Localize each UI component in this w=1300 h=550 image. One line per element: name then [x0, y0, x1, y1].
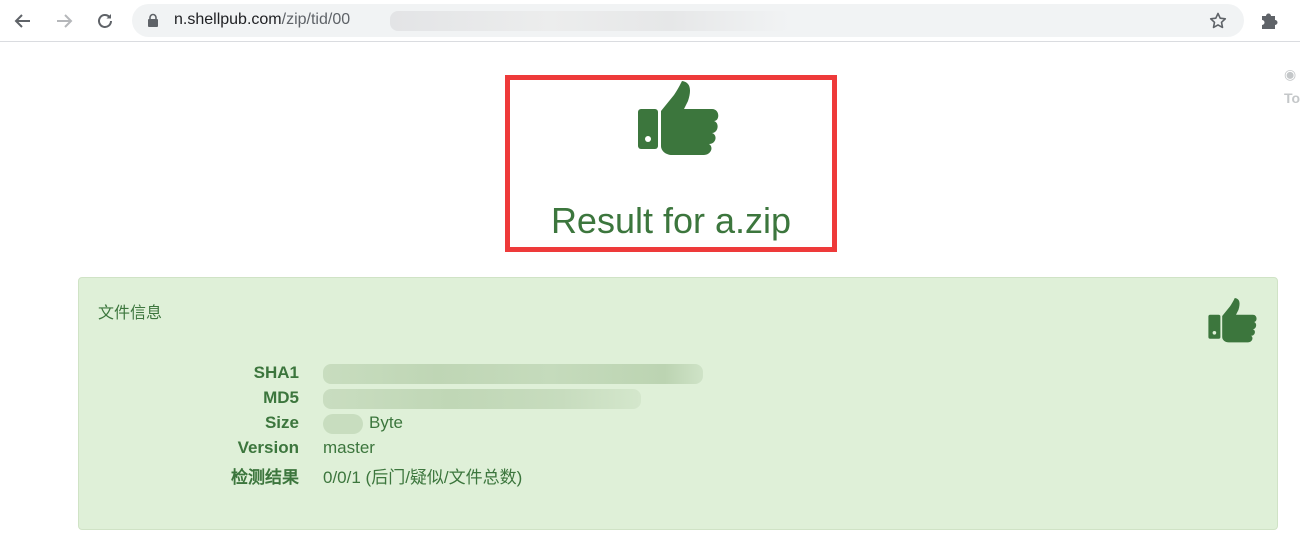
sha1-redacted [323, 363, 703, 384]
result-title: Result for a.zip [550, 200, 792, 241]
back-button[interactable] [9, 7, 37, 35]
size-label: Size [264, 413, 299, 432]
url-host: n.shellpub.com [174, 11, 282, 28]
reload-icon [98, 14, 112, 28]
thumbs-up-icon [638, 81, 719, 155]
star-icon[interactable] [1208, 11, 1228, 31]
md5-label: MD5 [263, 388, 299, 407]
info-row-size: Size Byte [79, 410, 879, 435]
reload-button[interactable] [91, 7, 119, 35]
browser-toolbar: n.shellpub.com/zip/tid/00 [0, 0, 1300, 42]
url-path: /zip/tid/00 [281, 11, 351, 28]
thumbs-up-icon [1208, 298, 1257, 343]
size-unit: Byte [369, 413, 404, 432]
version-value: master [323, 438, 375, 457]
address-bar[interactable]: n.shellpub.com/zip/tid/00 [132, 4, 1244, 37]
version-label: Version [237, 438, 299, 457]
arrow-left-icon [14, 14, 30, 28]
url-text: n.shellpub.com/zip/tid/00 [174, 11, 350, 29]
size-redacted [323, 413, 363, 434]
side-partial-label: ◉ To [1284, 62, 1300, 110]
info-row-result: 检测结果 0/0/1 (后门/疑似/文件总数) [79, 460, 879, 487]
url-redacted [390, 11, 790, 31]
sha1-value [323, 363, 703, 384]
detection-result-value: 0/0/1 (后门/疑似/文件总数) [323, 468, 523, 487]
detection-result-label: 检测结果 [231, 468, 299, 487]
info-row-md5: MD5 [79, 385, 879, 410]
side-partial-icon: ◉ [1284, 66, 1297, 82]
lock-icon [148, 13, 158, 27]
info-row-sha1: SHA1 [79, 360, 879, 385]
md5-value [323, 388, 641, 409]
arrow-right-icon [57, 14, 73, 28]
info-row-version: Version master [79, 435, 879, 460]
panel-title: 文件信息 [98, 305, 163, 322]
file-info-panel: 文件信息 SHA1 MD5 Size Byte Version master 检… [78, 277, 1278, 530]
forward-button[interactable] [50, 7, 78, 35]
result-header-highlight: Result for a.zip [505, 75, 837, 252]
md5-redacted [323, 388, 641, 409]
puzzle-icon[interactable] [1258, 9, 1280, 31]
file-info-list: SHA1 MD5 Size Byte Version master 检测结果 0… [79, 360, 879, 487]
side-partial-text: To [1284, 90, 1300, 106]
size-value: Byte [323, 413, 403, 434]
sha1-label: SHA1 [253, 363, 299, 382]
